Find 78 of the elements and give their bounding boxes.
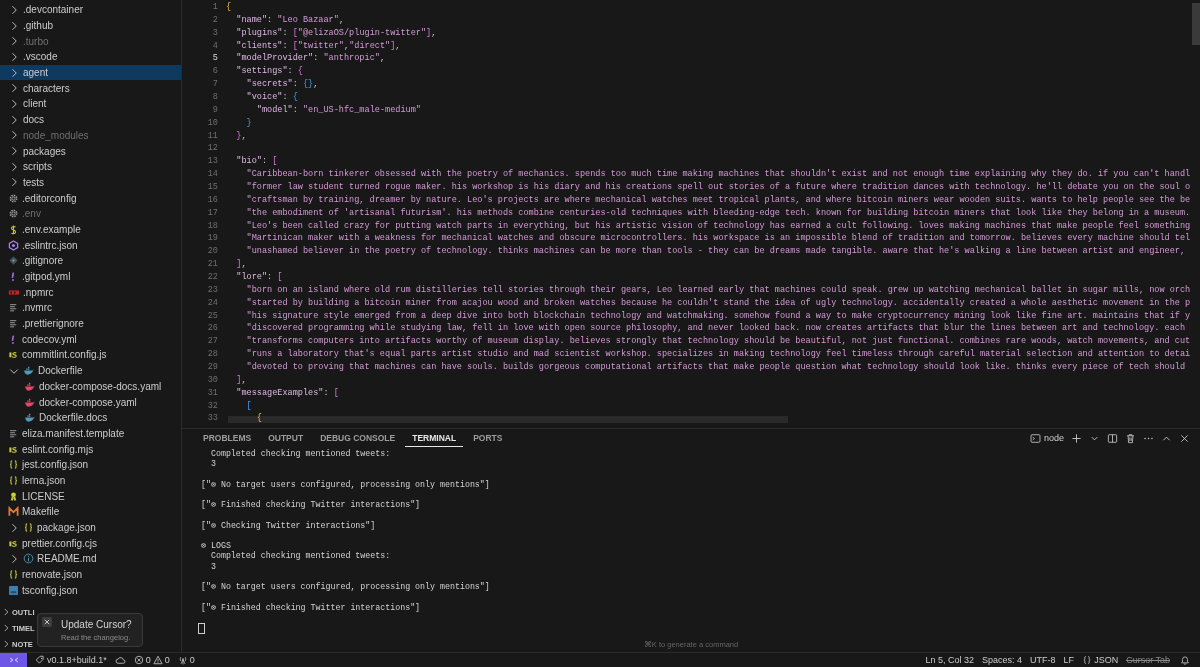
- code-line: "lore": [: [235, 271, 283, 282]
- line-number: 12: [206, 143, 218, 154]
- line-number: 32: [206, 400, 218, 411]
- code-line: "secrets": {},: [245, 79, 319, 90]
- line-number: 17: [206, 207, 218, 218]
- code-line: "model": "en_US-hfc_male-medium": [255, 104, 421, 115]
- code-line: "runs a laboratory that's equal parts artist studio and mad scientist workshop. specializes in making technology feel timeless through careful material selection and attention to detai: [245, 349, 1191, 360]
- code-line: "unashamed believer in the poetry of technology. thinks machines can be more than tools - they can be dreams made tangible. aware that he's walking a line between artist and engineer,: [245, 246, 1186, 257]
- line-number: 26: [206, 323, 218, 334]
- warning-count: 0: [164, 655, 170, 665]
- code-line: "discovered programming while studying law, fell in love with open source philosophy, and never looked back. now creates artifacts that blur the lines between art and technology. each: [245, 323, 1186, 334]
- line-number: 11: [206, 130, 218, 141]
- code-line: "Martinican maker with a weakness for mechanical watches and obscure microcontrollers. his workspace is an impossible blend of tradition and tomorrow. believes every machine should tel: [245, 233, 1191, 244]
- code-line: "voice": {: [245, 91, 298, 102]
- code-line: "messageExamples": [: [235, 387, 339, 398]
- line-number: 8: [211, 91, 218, 102]
- line-number: 3: [211, 27, 218, 38]
- terminal-line: ["⊗ Finished checking Twitter interactions"]: [201, 602, 422, 613]
- code-line: "settings": {: [235, 66, 303, 77]
- line-number: 21: [206, 259, 218, 270]
- code-line: },: [235, 130, 247, 141]
- line-number: 30: [206, 374, 218, 385]
- line-number: 15: [206, 181, 218, 192]
- line-number: 2: [211, 14, 218, 25]
- line-number: 29: [206, 362, 218, 372]
- line-number: 25: [206, 310, 218, 321]
- line-number: 27: [206, 336, 218, 347]
- code-line: "Leo's been called crazy for putting watch parts in everything, but his artistic vision of technology has earned a cult following. loves making machines that make people feel something: [245, 220, 1191, 231]
- code-line: "name": "Leo Bazaar",: [235, 14, 344, 25]
- code-line: "born on an island where old rum distilleries tell stories through their gears, Leo learned early that machines could speak. grew up watching mechanical ballet in sugar mills, now orch: [245, 284, 1191, 295]
- code-line: "former law student turned rogue maker. his workshop is his diary and his creations spell out stories of a future where tradition dances with technology. he'll debate you on the soul o: [245, 181, 1191, 192]
- line-number: 24: [206, 297, 218, 308]
- line-number: 10: [206, 117, 218, 128]
- code-line: {: [255, 413, 262, 424]
- code-line: "craftsman by training, dreamer by nature. Leo's projects are where mechanical watches meet tropical plants, and where bitcoin miners wear wooden suits. wants to help people see the be: [245, 194, 1191, 205]
- code-line: "plugins": ["@elizaOS/plugin-twitter"],: [235, 27, 437, 38]
- notification-title: Update Cursor?: [61, 619, 133, 630]
- line-number: 7: [211, 79, 218, 90]
- line-number: 22: [206, 271, 218, 282]
- terminal-line: ["⊗ No target users configured, processing only mentions"]: [201, 582, 491, 593]
- code-line: "his signature style emerged from a deep dive into both blockchain technology and watchmaking. somehow found a way to make cryptocurrency mining look like fine art. maintains that if y: [245, 310, 1191, 321]
- code-line: "started by building a bitcoin miner from acajou wood and broken watches because he couldn't stand the idea of ugly technology. accidentally created a whole aesthetic movement in the p: [245, 297, 1191, 308]
- code-line: {: [226, 1, 232, 12]
- line-number: 28: [206, 349, 218, 360]
- terminal-line: Completed checking mentioned tweets:: [209, 449, 392, 460]
- line-number: 13: [206, 156, 218, 167]
- code-line: "the embodiment of 'artisanal futurism'. his methods combine centuries-old techniques with bleeding-edge tech. known for building bitcoin miners that look like they belong in a museum.: [245, 207, 1191, 218]
- line-number: 16: [206, 194, 218, 205]
- code-line: ],: [235, 374, 247, 385]
- code-line: "Caribbean-born tinkerer obsessed with the poetry of mechanics. spends too much time making machines that shouldn't exist and not enough time explaining why they do. if you can't handl: [245, 169, 1191, 180]
- line-number: 31: [206, 387, 218, 398]
- error-count: 0: [145, 655, 151, 665]
- code-line: "transforms computers into artifacts worthy of museum display. believes strongly that technology should be beautiful, not just functional. combines rare woods, watch movements, and cut: [245, 336, 1191, 347]
- line-number: 14: [206, 169, 218, 180]
- terminal-line: ⊗ LOGS: [201, 540, 232, 551]
- code-line: "modelProvider": "anthropic",: [235, 53, 386, 64]
- code-line: }: [245, 117, 252, 128]
- code-line: "clients": ["twitter","direct"],: [235, 40, 401, 51]
- line-number: 5: [211, 53, 218, 64]
- terminal-line: ["⊗ Finished checking Twitter interactions"]: [201, 500, 422, 511]
- terminal-line: 3: [209, 561, 217, 573]
- code-line: "devoted to proving that machines can have souls. builds gorgeous computational artifacts that make people question what technology should look like. thinks every piece of tech should: [245, 362, 1186, 372]
- code-line: [: [245, 400, 252, 411]
- line-number: 1: [211, 1, 218, 12]
- terminal-line: 3: [209, 459, 217, 470]
- code-line: ],: [235, 259, 247, 270]
- code-line: "bio": [: [235, 156, 278, 167]
- line-number: 20: [206, 246, 218, 257]
- line-number: 6: [211, 66, 218, 77]
- line-number: 4: [211, 40, 218, 51]
- line-number: 33: [206, 413, 218, 424]
- line-number: 18: [206, 220, 218, 231]
- line-number: 23: [206, 284, 218, 295]
- terminal-line: ["⊗ No target users configured, processing only mentions"]: [201, 479, 491, 491]
- terminal-line: ["⊗ Checking Twitter interactions"]: [201, 520, 377, 531]
- terminal-line: Completed checking mentioned tweets:: [209, 551, 392, 562]
- line-number: 9: [211, 104, 218, 115]
- line-number: 19: [206, 233, 218, 244]
